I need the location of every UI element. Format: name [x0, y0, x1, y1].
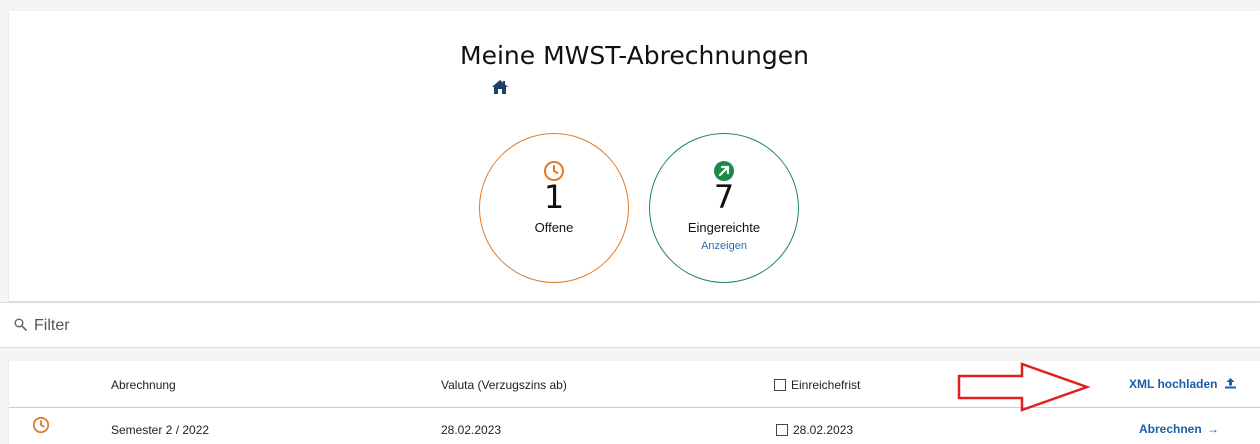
row-einreichefrist: 28.02.2023 [793, 423, 854, 437]
column-header-valuta[interactable]: Valuta (Verzugszins ab) [441, 378, 567, 392]
open-returns-card[interactable]: 1 Offene [479, 133, 629, 283]
xml-upload-button[interactable]: XML hochladen [1129, 377, 1237, 391]
submitted-returns-card: 7 Eingereichte Anzeigen [649, 133, 799, 283]
open-label: Offene [534, 220, 574, 235]
page-title: Meine MWST-Abrechnungen [460, 41, 809, 70]
submitted-label: Eingereichte [687, 220, 761, 235]
filter-bar [0, 302, 1260, 348]
summary-card: Meine MWST-Abrechnungen 1 Offene 7 Einge… [9, 11, 1260, 301]
arrow-right-icon: → [1207, 422, 1220, 436]
row-valuta: 28.02.2023 [441, 423, 502, 437]
show-submitted-link[interactable]: Anzeigen [650, 240, 798, 252]
einreichefrist-header-checkbox[interactable] [774, 379, 786, 391]
row-abrechnung: Semester 2 / 2022 [111, 423, 210, 437]
abrechnen-label: Abrechnen [1139, 422, 1202, 436]
row-checkbox[interactable] [776, 424, 788, 436]
abrechnen-button[interactable]: Abrechnen → [1139, 422, 1219, 436]
home-icon[interactable] [491, 79, 509, 95]
annotation-arrow [957, 362, 1091, 412]
submitted-count: 7 [713, 178, 735, 216]
filter-input[interactable] [32, 311, 436, 341]
column-header-abrechnung[interactable]: Abrechnung [111, 378, 176, 392]
search-icon [14, 318, 27, 331]
upload-icon [1224, 378, 1236, 389]
xml-upload-label: XML hochladen [1129, 377, 1218, 391]
clock-icon [32, 416, 50, 434]
open-count: 1 [543, 178, 565, 216]
column-header-einreichefrist[interactable]: Einreichefrist [791, 378, 860, 392]
